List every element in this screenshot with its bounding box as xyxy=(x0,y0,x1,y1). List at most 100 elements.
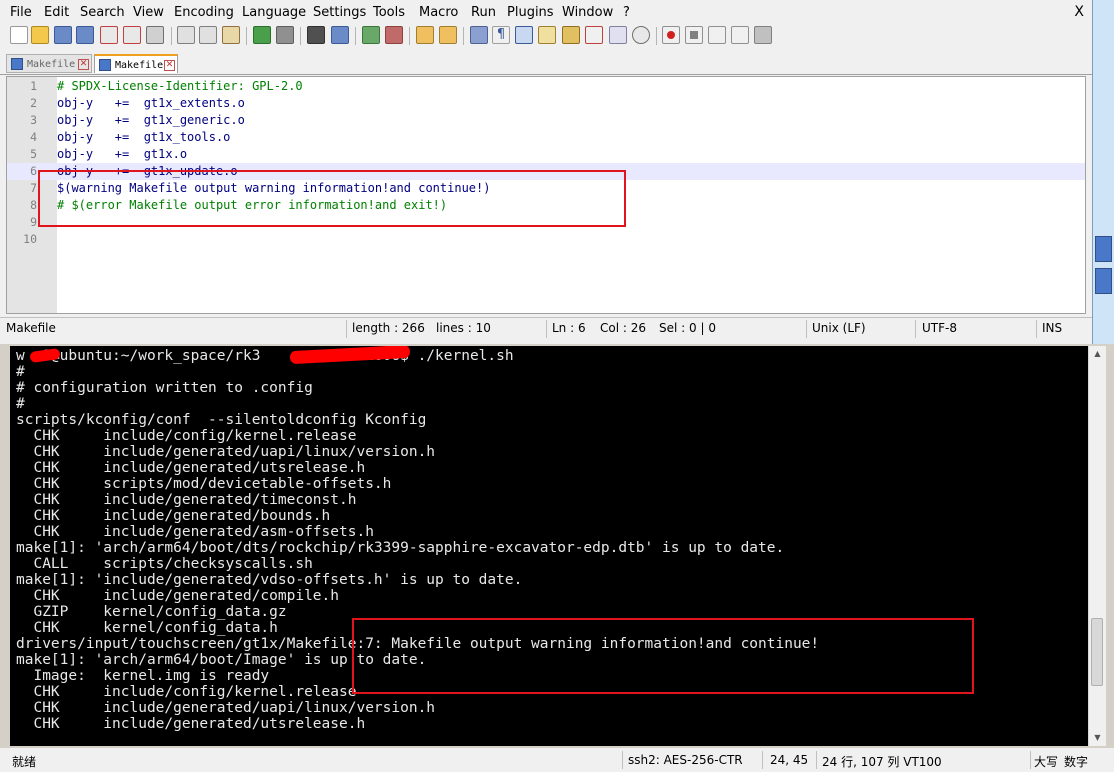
tab-makefile-1[interactable]: Makefile ✕ xyxy=(6,54,92,73)
status-sel: Sel : 0 | 0 xyxy=(659,321,716,335)
line-code: obj-y += gt1x_generic.o xyxy=(57,113,245,127)
tab-close-icon[interactable]: ✕ xyxy=(78,59,89,70)
user-language-icon[interactable] xyxy=(538,26,556,44)
play-macro-multiple-icon[interactable] xyxy=(731,26,749,44)
scroll-up-icon[interactable]: ▲ xyxy=(1089,346,1106,362)
sync-vertical-icon[interactable] xyxy=(416,26,434,44)
menu-run[interactable]: Run xyxy=(471,5,496,20)
folder-workspace-icon[interactable] xyxy=(609,26,627,44)
editor-line[interactable]: 1 # SPDX-License-Identifier: GPL-2.0 xyxy=(7,78,1085,95)
toolbar: ¶ xyxy=(0,24,1092,50)
terminal-status-bar: 就绪 ssh2: AES-256-CTR 24, 45 24 行, 107 列 … xyxy=(0,748,1114,772)
status-mode: INS xyxy=(1042,321,1063,335)
function-list-icon[interactable] xyxy=(585,26,603,44)
line-code: obj-y += gt1x_tools.o xyxy=(57,130,231,144)
undo-icon[interactable] xyxy=(253,26,271,44)
sync-horizontal-icon[interactable] xyxy=(439,26,457,44)
menu-settings[interactable]: Settings xyxy=(313,5,366,20)
tab-label: Makefile xyxy=(27,59,76,70)
terminal-line: CHK scripts/mod/devicetable-offsets.h xyxy=(16,476,392,492)
find-icon[interactable] xyxy=(307,26,325,44)
menu-tools[interactable]: Tools xyxy=(373,5,405,20)
redo-icon[interactable] xyxy=(276,26,294,44)
close-icon[interactable] xyxy=(100,26,118,44)
cut-icon[interactable] xyxy=(177,26,195,44)
open-file-icon[interactable] xyxy=(31,26,49,44)
menu-view[interactable]: View xyxy=(133,5,164,20)
status-divider xyxy=(915,320,916,338)
tab-bar: Makefile ✕ Makefile ✕ xyxy=(0,52,1092,75)
menu-macro[interactable]: Macro xyxy=(419,5,458,20)
close-document-button[interactable]: X xyxy=(1074,4,1084,20)
status-divider xyxy=(1030,751,1031,769)
menu-window[interactable]: Window xyxy=(562,5,613,20)
file-icon xyxy=(99,59,111,71)
terminal-line: CHK kernel/config_data.h xyxy=(16,620,278,636)
tab-close-icon[interactable]: ✕ xyxy=(164,60,175,71)
print-icon[interactable] xyxy=(146,26,164,44)
terminal-line: CHK include/config/kernel.release xyxy=(16,428,357,444)
menu-plugins[interactable]: Plugins xyxy=(507,5,554,20)
editor-line[interactable]: 3 obj-y += gt1x_generic.o xyxy=(7,112,1085,129)
paste-icon[interactable] xyxy=(222,26,240,44)
scrollbar-thumb[interactable] xyxy=(1091,618,1103,686)
editor-line[interactable]: 4 obj-y += gt1x_tools.o xyxy=(7,129,1085,146)
editor-line[interactable]: 5 obj-y += gt1x.o xyxy=(7,146,1085,163)
toolbar-separator xyxy=(409,27,410,45)
status-terminal-size: 24 行, 107 列 VT100 xyxy=(822,755,942,769)
status-divider xyxy=(816,751,817,769)
terminal-line: CHK include/generated/utsrelease.h xyxy=(16,460,366,476)
menu-language[interactable]: Language xyxy=(242,5,306,20)
background-window-edge xyxy=(1093,0,1114,344)
stop-macro-icon[interactable] xyxy=(685,26,703,44)
indent-guide-icon[interactable] xyxy=(515,26,533,44)
toolbar-separator xyxy=(355,27,356,45)
line-number: 3 xyxy=(30,113,37,127)
menu-search[interactable]: Search xyxy=(80,5,125,20)
line-code: obj-y += gt1x_extents.o xyxy=(57,96,245,110)
play-macro-icon[interactable] xyxy=(708,26,726,44)
doc-map-icon[interactable] xyxy=(562,26,580,44)
editor-line[interactable]: 10 xyxy=(7,231,1085,248)
word-wrap-icon[interactable] xyxy=(470,26,488,44)
menu-file[interactable]: File xyxy=(10,5,32,20)
line-number: 1 xyxy=(30,79,37,93)
status-encoding[interactable]: UTF-8 xyxy=(922,321,957,335)
status-cipher: ssh2: AES-256-CTR xyxy=(628,753,743,767)
menu-help[interactable]: ? xyxy=(623,5,630,20)
status-length: length : 266 xyxy=(352,321,425,335)
notepadpp-window: File Edit Search View Encoding Language … xyxy=(0,0,1093,344)
status-num: 数字 xyxy=(1064,755,1089,769)
save-all-icon[interactable] xyxy=(76,26,94,44)
status-cursor: 24, 45 xyxy=(770,753,809,767)
status-col: Col : 26 xyxy=(600,321,646,335)
monitoring-icon[interactable] xyxy=(632,26,650,44)
zoom-in-icon[interactable] xyxy=(362,26,380,44)
save-macro-icon[interactable] xyxy=(754,26,772,44)
replace-icon[interactable] xyxy=(331,26,349,44)
line-number: 2 xyxy=(30,96,37,110)
tab-makefile-2[interactable]: Makefile ✕ xyxy=(94,54,178,73)
menu-edit[interactable]: Edit xyxy=(44,5,69,20)
terminal-line: CHK include/generated/bounds.h xyxy=(16,508,331,524)
highlight-box xyxy=(352,618,974,694)
save-icon[interactable] xyxy=(54,26,72,44)
show-all-characters-icon[interactable]: ¶ xyxy=(492,26,510,44)
window-chip-icon xyxy=(1095,268,1112,294)
editor-line[interactable]: 2 obj-y += gt1x_extents.o xyxy=(7,95,1085,112)
record-macro-icon[interactable] xyxy=(662,26,680,44)
close-all-icon[interactable] xyxy=(123,26,141,44)
line-number: 6 xyxy=(30,164,37,178)
terminal-line: # xyxy=(16,364,25,380)
status-ln: Ln : 6 xyxy=(552,321,586,335)
zoom-out-icon[interactable] xyxy=(385,26,403,44)
line-number: 7 xyxy=(30,181,37,195)
copy-icon[interactable] xyxy=(199,26,217,44)
line-number: 4 xyxy=(30,130,37,144)
new-file-icon[interactable] xyxy=(10,26,28,44)
status-eol[interactable]: Unix (LF) xyxy=(812,321,866,335)
menu-encoding[interactable]: Encoding xyxy=(174,5,234,20)
terminal-scrollbar[interactable]: ▲ ▼ xyxy=(1088,346,1106,746)
scroll-down-icon[interactable]: ▼ xyxy=(1089,730,1106,746)
status-caps: 大写 xyxy=(1034,755,1059,769)
